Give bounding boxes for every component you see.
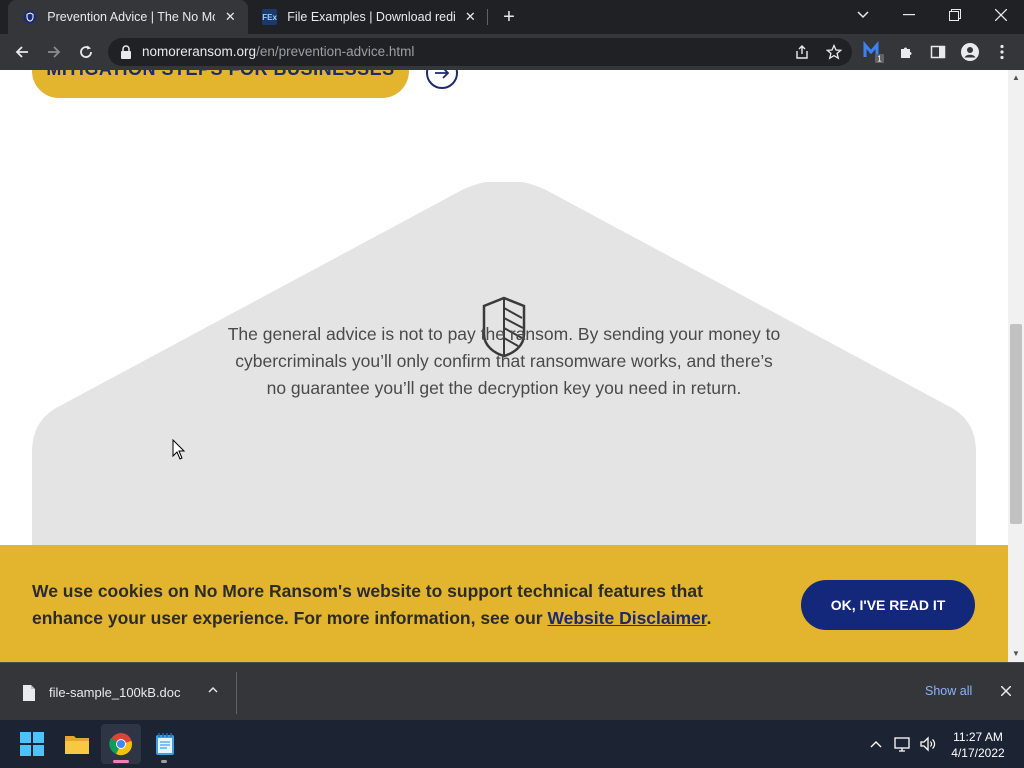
chevron-up-icon[interactable] (205, 682, 221, 698)
extensions-puzzle-icon[interactable] (894, 40, 918, 64)
tab-title: File Examples | Download redirect (287, 10, 455, 24)
restore-icon[interactable] (932, 0, 978, 30)
clock-date: 4/17/2022 (951, 746, 1005, 760)
notepad-icon[interactable] (145, 724, 185, 764)
menu-kebab-icon[interactable] (990, 40, 1014, 64)
scrollbar-thumb[interactable] (1010, 324, 1022, 524)
cookie-text-end: . (706, 608, 712, 628)
reload-icon[interactable] (74, 40, 98, 64)
chrome-icon[interactable] (101, 724, 141, 764)
system-clock[interactable]: 11:27 AM 4/17/2022 (944, 729, 1012, 761)
url-text[interactable]: nomoreransom.org/en/prevention-advice.ht… (142, 44, 414, 59)
bookmark-star-icon[interactable] (822, 40, 846, 64)
chevron-up-tray-icon[interactable] (866, 734, 886, 754)
file-icon (22, 684, 38, 702)
notepad-running-indicator (161, 760, 167, 763)
scroll-down-arrow-icon[interactable]: ▼ (1010, 648, 1022, 660)
cookie-message: We use cookies on No More Ransom's websi… (32, 578, 772, 632)
network-icon[interactable] (893, 734, 913, 754)
new-tab-button[interactable]: + (498, 6, 520, 28)
share-icon[interactable] (790, 40, 814, 64)
profile-avatar-icon[interactable] (958, 40, 982, 64)
advice-paragraph: The general advice is not to pay the ran… (227, 324, 781, 398)
back-arrow-icon[interactable] (10, 40, 34, 64)
extension-m-icon[interactable]: 1 (862, 40, 886, 64)
show-all-button[interactable]: Show all (925, 684, 972, 698)
minimize-icon[interactable] (886, 0, 932, 30)
forward-arrow-icon[interactable] (42, 40, 66, 64)
cookie-ok-button[interactable]: OK, I'VE READ IT (801, 580, 975, 630)
download-filename[interactable]: file-sample_100kB.doc (49, 685, 181, 700)
arrow-right-circle-icon[interactable] (426, 70, 458, 89)
lock-icon[interactable] (114, 40, 138, 64)
close-tab-icon[interactable]: ✕ (223, 9, 238, 25)
extension-badge: 1 (877, 55, 882, 64)
tab-search-chevron-icon[interactable] (840, 0, 886, 30)
file-explorer-icon[interactable] (57, 724, 97, 764)
side-panel-icon[interactable] (926, 40, 950, 64)
url-host: nomoreransom.org (142, 44, 257, 59)
clock-time: 11:27 AM (953, 730, 1003, 744)
url-path: /en/prevention-advice.html (256, 44, 415, 59)
mouse-cursor-icon (172, 438, 186, 461)
tab-separator (487, 9, 488, 25)
mitigation-steps-button[interactable]: MITIGATION STEPS FOR BUSINESSES (32, 70, 409, 98)
chrome-active-indicator (113, 760, 129, 763)
website-disclaimer-link[interactable]: Website Disclaimer (547, 608, 706, 628)
scroll-up-arrow-icon[interactable]: ▲ (1010, 72, 1022, 84)
tab-strip: Prevention Advice | The No More Ransom P… (0, 0, 1024, 34)
close-download-bar-icon[interactable] (997, 682, 1015, 700)
fex-favicon-icon: FEx (262, 9, 278, 25)
volume-icon[interactable] (918, 734, 938, 754)
windows-start-icon[interactable] (12, 724, 52, 764)
close-tab-icon[interactable]: ✕ (463, 9, 478, 25)
tab-prevention-advice[interactable]: Prevention Advice | The No More Ransom P… (8, 0, 248, 34)
tab-file-examples[interactable]: FEx File Examples | Download redirect ✕ (248, 0, 488, 34)
download-separator (236, 672, 237, 714)
close-window-icon[interactable] (978, 0, 1024, 30)
shield-favicon-icon (22, 9, 37, 25)
tab-title: Prevention Advice | The No More Ransom P… (47, 10, 215, 24)
